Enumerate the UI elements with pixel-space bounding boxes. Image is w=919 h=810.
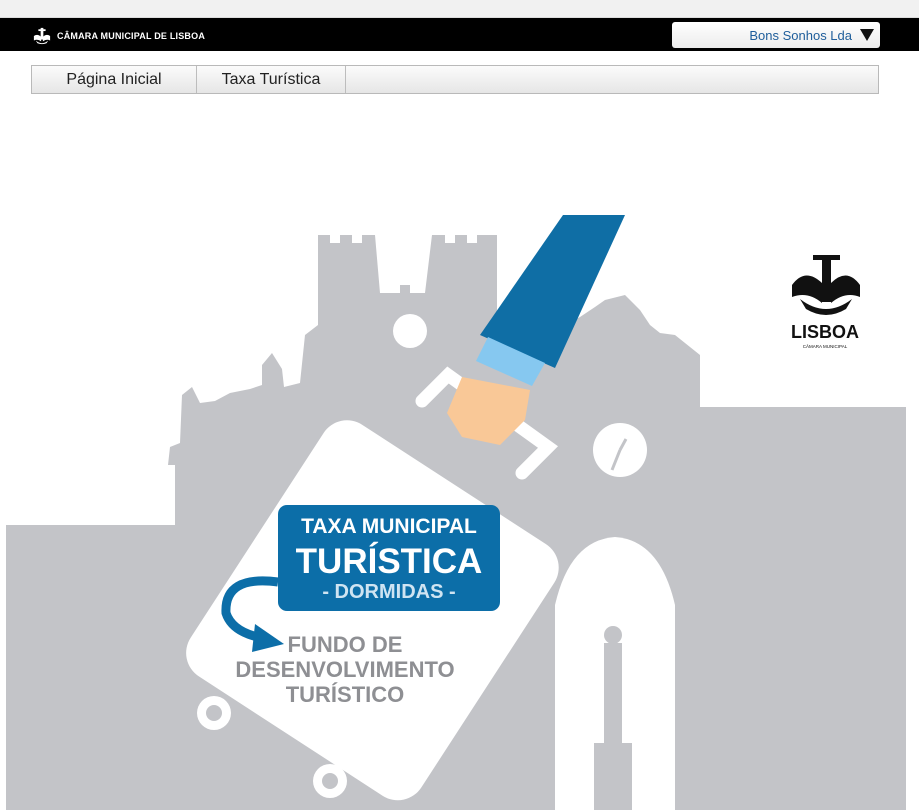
- lisboa-logo-subtext: CÂMARA MUNICIPAL: [803, 343, 848, 349]
- lisboa-emblem-icon: [792, 255, 860, 315]
- user-name: Bons Sonhos Lda: [749, 27, 852, 43]
- fund-line-1: FUNDO DE: [288, 632, 403, 657]
- dropdown-arrow-icon: [860, 29, 874, 41]
- badge-line-3: - DORMIDAS -: [322, 581, 455, 603]
- user-menu-button[interactable]: Bons Sonhos Lda: [672, 22, 880, 48]
- badge-line-1: TAXA MUNICIPAL: [301, 515, 477, 538]
- fund-line-3: TURÍSTICO: [286, 682, 405, 707]
- brand-label: CÂMARA MUNICIPAL DE LISBOA: [57, 31, 206, 41]
- lisboa-logo-text: LISBOA: [791, 322, 859, 342]
- lisboa-logo: LISBOA CÂMARA MUNICIPAL: [791, 255, 860, 349]
- browser-top-strip: [0, 0, 919, 18]
- tourist-tax-banner: TAXA MUNICIPAL TURÍSTICA - DORMIDAS - FU…: [6, 215, 906, 810]
- tax-badge: TAXA MUNICIPAL TURÍSTICA - DORMIDAS -: [278, 505, 500, 611]
- cml-brand[interactable]: CÂMARA MUNICIPAL DE LISBOA: [33, 25, 205, 47]
- nav-item-taxa-turistica[interactable]: Taxa Turística: [197, 66, 346, 93]
- nav-item-pagina-inicial[interactable]: Página Inicial: [32, 66, 197, 93]
- fund-line-2: DESENVOLVIMENTO: [235, 657, 454, 682]
- cml-emblem-icon: [33, 27, 51, 45]
- main-nav: Página Inicial Taxa Turística: [31, 65, 879, 94]
- badge-line-2: TURÍSTICA: [296, 541, 483, 581]
